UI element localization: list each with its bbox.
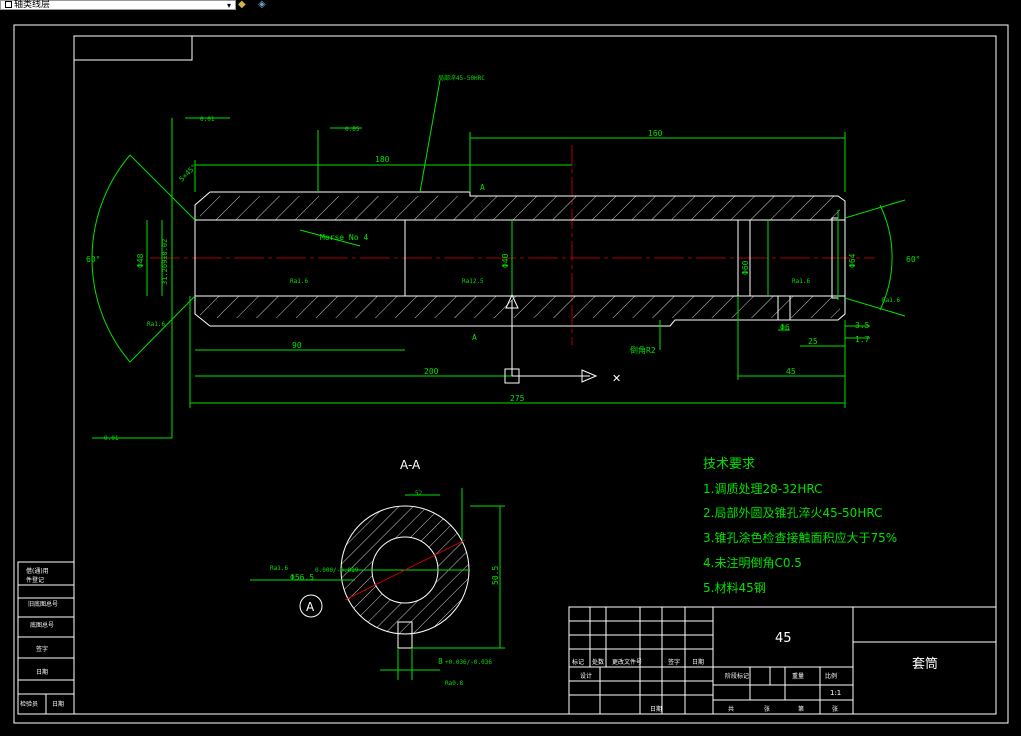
ra-5: Ra1.6	[882, 297, 900, 304]
tb-bottom-3: 张	[832, 705, 838, 713]
dim-48: Φ48	[136, 253, 145, 268]
dim-64: Φ64	[848, 253, 857, 268]
side-row-5: 日期	[36, 668, 48, 676]
tb-mid-1: 重量	[792, 672, 804, 680]
dim-1-7: 1.7	[855, 335, 870, 344]
dim-45: 45	[786, 367, 796, 376]
tb-bottom-0: 共	[728, 705, 734, 713]
section-title: A-A	[400, 458, 421, 472]
side-table	[17, 561, 75, 715]
tolerance-mid: 0.05	[345, 126, 360, 133]
tech-item-4: 4.未注明倒角C0.5	[703, 555, 802, 570]
dim-60-bore: Φ60	[741, 260, 750, 275]
section-key-tol: +0.036/-0.036	[445, 659, 492, 666]
dimensions	[91, 79, 906, 439]
section-d56: Φ56.5	[290, 573, 314, 582]
morse-label: Morse No 4	[320, 233, 368, 242]
ra-4: Ra1.6	[792, 278, 810, 285]
section-d52: 52	[415, 490, 423, 497]
dim-25: 25	[808, 337, 818, 346]
section-a-top: A	[480, 183, 485, 192]
tb-header-4: 日期	[692, 658, 704, 666]
tolerance-bottom: 0.01	[104, 435, 119, 442]
material: 45	[775, 631, 792, 646]
tb-header-1: 处数	[592, 658, 604, 666]
section-key: 8	[438, 657, 443, 666]
tb-header-3: 签字	[668, 658, 680, 666]
side-row-6: 检验员	[20, 700, 38, 708]
tb-row-date: 日期	[650, 705, 662, 713]
tech-item-3: 3.锥孔涂色检查接触面积应大于75%	[703, 530, 897, 545]
dim-160: 160	[648, 129, 663, 138]
section-ra-b: Ra0.8	[445, 680, 463, 687]
tb-mid-0: 阶段标记	[725, 672, 749, 680]
side-row-3: 底图总号	[30, 621, 54, 629]
side-row-7: 日期	[52, 700, 64, 708]
dim-40-inner: Φ40	[501, 253, 510, 268]
tech-item-2: 2.局部外圆及锥孔淬火45-50HRC	[703, 505, 882, 520]
dim-90: 90	[292, 341, 302, 350]
tb-bottom-2: 第	[798, 705, 804, 713]
hatch-top	[200, 196, 840, 220]
tb-mid-2: 比例	[825, 672, 837, 680]
side-row-0: 借(通)用	[26, 567, 49, 575]
drawing-canvas: 160 180 90 200 275 45 25 3.5 1.7 Φ6 60° …	[13, 24, 1009, 724]
dim-60-right: 60°	[906, 255, 920, 264]
tb-header-0: 标记	[572, 658, 584, 666]
tb-row-design: 设计	[580, 672, 592, 680]
dim-200: 200	[424, 367, 439, 376]
dim-31-269: 31.269±0.02	[161, 239, 169, 285]
tb-bottom-1: 张	[764, 705, 770, 713]
section-a-bottom: A	[472, 333, 477, 342]
side-row-4: 签字	[36, 645, 48, 653]
part-name: 套筒	[912, 656, 938, 672]
dim-275: 275	[510, 394, 525, 403]
ra-1: Ra1.6	[290, 278, 308, 285]
dim-180: 180	[375, 155, 390, 164]
side-row-1: 件登记	[26, 576, 44, 584]
hatch-bottom	[200, 296, 840, 318]
hardening-note: 局部淬45-50HRC	[438, 74, 485, 82]
ra-3: Ra12.5	[462, 278, 484, 285]
tech-title: 技术要求	[703, 457, 755, 472]
section-d56-tol: 0.000/-0.019	[315, 567, 359, 574]
dim-3-5: 3.5	[855, 321, 870, 330]
tolerance-top: 0.01	[200, 116, 215, 123]
fillet-label: 倒角R2	[630, 345, 656, 355]
outer-border	[13, 24, 1009, 724]
side-row-2: 旧底图总号	[28, 600, 58, 608]
dim-60-left: 60°	[86, 255, 100, 264]
tech-item-1: 1.调质处理28-32HRC	[703, 482, 822, 496]
datum-a-label: A	[306, 600, 315, 614]
section-d50: 50.5	[491, 566, 500, 585]
ra-6: Ra1.6	[147, 321, 165, 328]
tb-header-2: 更改文件号	[612, 658, 642, 666]
dim-6: Φ6	[780, 323, 790, 332]
scale: 1:1	[830, 689, 841, 697]
tech-item-5: 5.材料45钢	[703, 581, 766, 595]
svg-text:✕: ✕	[612, 372, 621, 385]
drawing-number-box	[73, 35, 193, 61]
section-ra-a: Ra1.6	[270, 565, 288, 572]
